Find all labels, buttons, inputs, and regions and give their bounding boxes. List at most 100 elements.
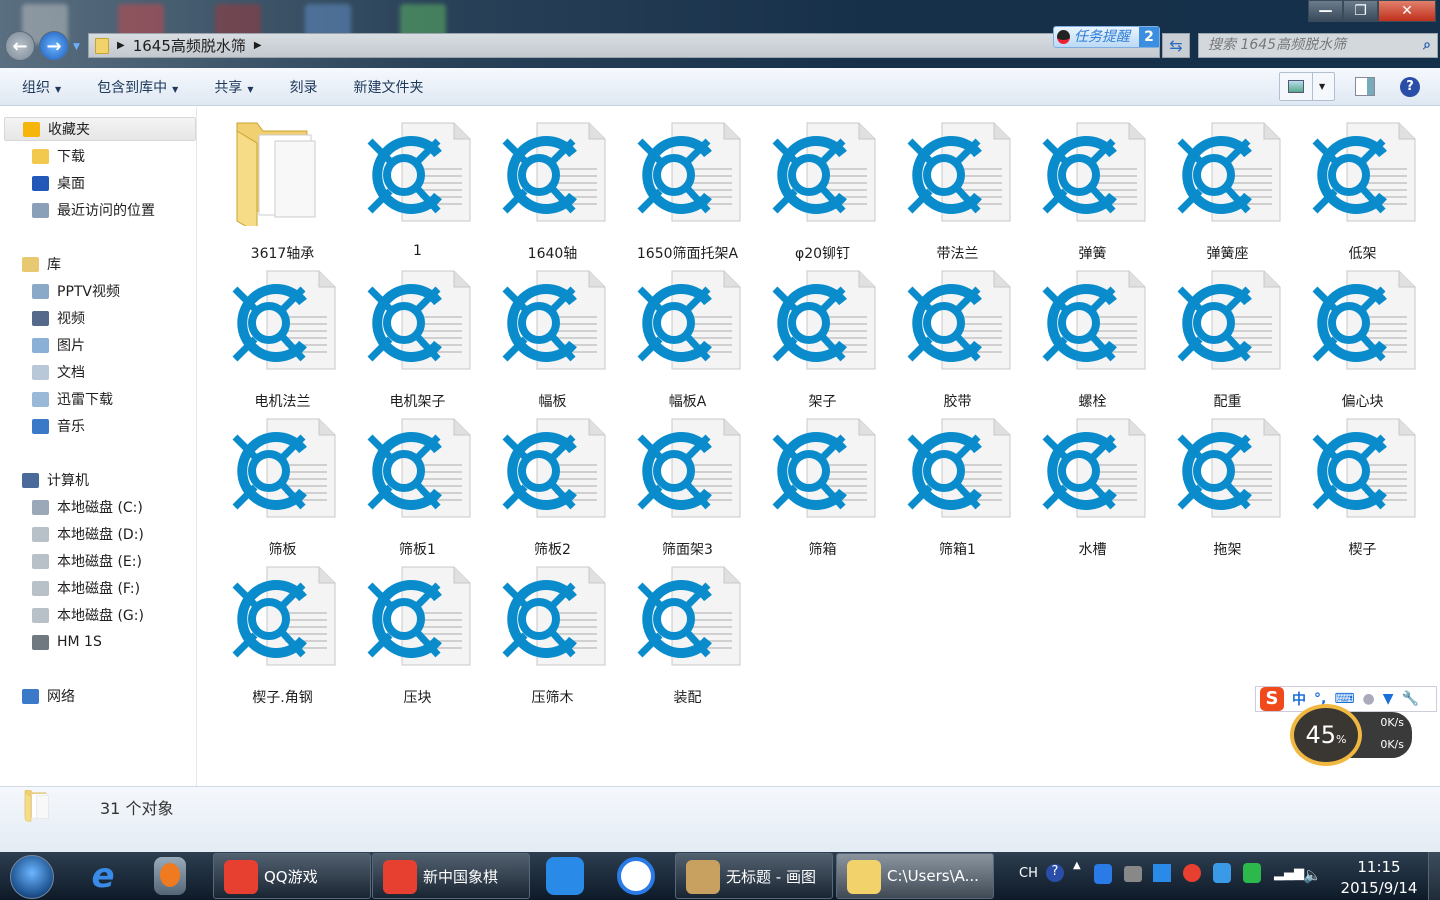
- address-bar[interactable]: ▶ 1645高频脱水筛 ▶: [88, 33, 1160, 58]
- sidebar-item[interactable]: 收藏夹: [4, 117, 196, 141]
- sogou-browser-icon[interactable]: [617, 857, 655, 895]
- help-button[interactable]: ?: [1400, 77, 1420, 97]
- breadcrumb-chevron-icon[interactable]: ▶: [254, 40, 262, 51]
- media-player-icon[interactable]: [154, 857, 186, 895]
- sidebar-item[interactable]: 视频: [32, 306, 85, 330]
- qq-tray-icon[interactable]: [1183, 864, 1201, 882]
- file-item[interactable]: 电机架子: [350, 265, 485, 410]
- sidebar-item[interactable]: HM 1S: [32, 630, 102, 654]
- sidebar-item[interactable]: 计算机: [22, 468, 89, 492]
- sidebar-item[interactable]: 图片: [32, 333, 85, 357]
- file-item[interactable]: 螺栓: [1025, 265, 1160, 410]
- preview-pane-button[interactable]: [1355, 77, 1375, 96]
- file-item[interactable]: 1640轴: [485, 117, 620, 262]
- file-item[interactable]: 偏心块: [1295, 265, 1430, 410]
- maximize-button[interactable]: ❐: [1343, 0, 1378, 22]
- sidebar-item[interactable]: 文档: [32, 360, 85, 384]
- chevron-down-icon[interactable]: ▼: [1312, 73, 1325, 100]
- taskbar-button[interactable]: 无标题 - 画图: [675, 853, 833, 899]
- file-item[interactable]: 筛板1: [350, 413, 485, 558]
- taskbar-button[interactable]: QQ游戏: [213, 853, 371, 899]
- file-item[interactable]: 弹簧座: [1160, 117, 1295, 262]
- file-item[interactable]: 1650筛面托架A: [620, 117, 755, 262]
- cloud-tray-icon[interactable]: [1153, 864, 1171, 882]
- file-item[interactable]: 压筛木: [485, 561, 620, 706]
- file-item[interactable]: 配重: [1160, 265, 1295, 410]
- file-item[interactable]: 幅板A: [620, 265, 755, 410]
- user-icon[interactable]: ●: [1363, 691, 1375, 707]
- close-button[interactable]: ✕: [1378, 0, 1436, 22]
- ie-icon[interactable]: e: [84, 857, 122, 895]
- organize-menu[interactable]: 组织 ▼: [22, 77, 61, 97]
- sidebar-item[interactable]: 本地磁盘 (D:): [32, 522, 144, 546]
- file-item[interactable]: 筛箱: [755, 413, 890, 558]
- antivirus-shield-icon[interactable]: [1243, 863, 1261, 883]
- file-item[interactable]: 拖架: [1160, 413, 1295, 558]
- help-tray-icon[interactable]: ?: [1046, 864, 1064, 882]
- sidebar-item[interactable]: PPTV视频: [32, 279, 120, 303]
- file-item[interactable]: 胶带: [890, 265, 1025, 410]
- clock[interactable]: 11:15 2015/9/14: [1336, 857, 1422, 899]
- burn-button[interactable]: 刻录: [289, 77, 317, 97]
- sidebar-item[interactable]: 最近访问的位置: [32, 198, 155, 222]
- sidebar-item[interactable]: 下载: [32, 144, 85, 168]
- sidebar-item[interactable]: 音乐: [32, 414, 85, 438]
- file-item[interactable]: 楔子.角钢: [215, 561, 350, 706]
- forward-button[interactable]: →: [39, 31, 69, 61]
- breadcrumb-current[interactable]: 1645高频脱水筛: [133, 35, 246, 56]
- network-signal-icon[interactable]: ▂▄▆: [1274, 866, 1304, 881]
- qq-task-reminder[interactable]: 任务提醒 2: [1053, 26, 1160, 48]
- sidebar-item[interactable]: 本地磁盘 (E:): [32, 549, 142, 573]
- file-item[interactable]: 压块: [350, 561, 485, 706]
- new-folder-button[interactable]: 新建文件夹: [353, 77, 423, 97]
- sidebar-item[interactable]: 本地磁盘 (G:): [32, 603, 144, 627]
- skin-icon[interactable]: ▼: [1383, 691, 1394, 707]
- memory-usage-gauge[interactable]: 45%: [1290, 704, 1362, 766]
- sidebar-item[interactable]: 本地磁盘 (C:): [32, 495, 143, 519]
- folder-item[interactable]: 3617轴承: [215, 117, 350, 262]
- sogou-ime-toolbar[interactable]: S 中 °, ⌨ ● ▼ 🔧: [1255, 686, 1437, 712]
- breadcrumb-chevron-icon[interactable]: ▶: [117, 40, 125, 51]
- sidebar-item[interactable]: 库: [22, 252, 61, 276]
- recent-pages-dropdown[interactable]: ▼: [73, 42, 80, 52]
- share-menu[interactable]: 共享 ▼: [214, 77, 253, 97]
- wrench-icon[interactable]: 🔧: [1402, 691, 1419, 707]
- search-input[interactable]: 搜索 1645高频脱水筛 ⌕: [1198, 33, 1438, 58]
- file-item[interactable]: 带法兰: [890, 117, 1025, 262]
- file-item[interactable]: 楔子: [1295, 413, 1430, 558]
- language-indicator[interactable]: CH: [1019, 866, 1038, 881]
- taskbar-button[interactable]: C:\Users\A...: [836, 853, 994, 899]
- start-button[interactable]: [10, 855, 54, 899]
- file-item[interactable]: 电机法兰: [215, 265, 350, 410]
- file-item[interactable]: 筛面架3: [620, 413, 755, 558]
- file-item[interactable]: 装配: [620, 561, 755, 706]
- sidebar-item[interactable]: 网络: [22, 684, 75, 708]
- guard-shield-icon[interactable]: [1213, 863, 1231, 883]
- file-item[interactable]: 1: [350, 117, 485, 262]
- minimize-button[interactable]: —: [1308, 0, 1343, 22]
- change-view-button[interactable]: ▼: [1279, 72, 1335, 101]
- search-icon[interactable]: ⌕: [1423, 34, 1431, 57]
- security-shield-icon[interactable]: [1094, 864, 1112, 884]
- file-item[interactable]: 筛板2: [485, 413, 620, 558]
- sidebar-item[interactable]: 迅雷下载: [32, 387, 113, 411]
- file-item[interactable]: 弹簧: [1025, 117, 1160, 262]
- file-item[interactable]: φ20铆钉: [755, 117, 890, 262]
- cloud-drive-icon[interactable]: [546, 857, 584, 895]
- ime-mode-toggle[interactable]: 中: [1292, 689, 1306, 709]
- file-item[interactable]: 幅板: [485, 265, 620, 410]
- show-hidden-icons[interactable]: ▲: [1073, 860, 1081, 871]
- usb-device-icon[interactable]: [1124, 866, 1142, 882]
- refresh-button[interactable]: ⇆: [1162, 33, 1190, 58]
- file-item[interactable]: 低架: [1295, 117, 1430, 262]
- back-button[interactable]: ←: [5, 31, 35, 61]
- file-item[interactable]: 水槽: [1025, 413, 1160, 558]
- taskbar-button[interactable]: 新中国象棋: [372, 853, 530, 899]
- show-desktop-button[interactable]: [1428, 852, 1440, 900]
- sidebar-item[interactable]: 桌面: [32, 171, 85, 195]
- file-item[interactable]: 筛板: [215, 413, 350, 558]
- volume-icon[interactable]: 🔈: [1303, 866, 1322, 884]
- file-item[interactable]: 筛箱1: [890, 413, 1025, 558]
- sidebar-item[interactable]: 本地磁盘 (F:): [32, 576, 140, 600]
- file-item[interactable]: 架子: [755, 265, 890, 410]
